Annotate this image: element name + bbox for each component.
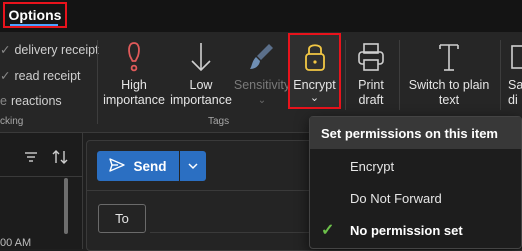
print-draft-button[interactable]: Print draft: [350, 40, 392, 108]
menu-item-no-permission[interactable]: ✓ No permission set: [310, 214, 521, 246]
tab-options-label: Options: [8, 7, 62, 23]
brush-icon: [247, 40, 277, 74]
reactions-option[interactable]: e reactions: [0, 94, 62, 108]
printer-icon: [356, 40, 386, 74]
save-draft-button-partial[interactable]: Sa di: [508, 40, 522, 108]
tags-group-label: Tags: [208, 116, 230, 127]
read-receipt-option[interactable]: ✓ read receipt: [0, 68, 81, 83]
arrow-down-icon: [189, 40, 213, 74]
save-icon: [508, 40, 522, 74]
menu-item-encrypt[interactable]: Encrypt: [310, 150, 521, 182]
lock-icon: [303, 40, 327, 74]
low-importance-button[interactable]: Low importance: [170, 40, 232, 108]
ribbon-divider: [399, 40, 400, 110]
ribbon-divider: [345, 40, 346, 110]
message-time: 00 AM: [0, 237, 32, 249]
send-button[interactable]: Send: [97, 151, 179, 181]
exclamation-icon: [124, 40, 144, 74]
permissions-menu: Set permissions on this item Encrypt Do …: [309, 116, 522, 249]
chevron-down-icon: ⌄: [257, 95, 267, 106]
to-button[interactable]: To: [98, 204, 146, 233]
ribbon-divider: [97, 40, 98, 124]
filter-icon[interactable]: [24, 151, 38, 166]
send-icon: [109, 157, 126, 176]
compose-divider: [86, 190, 309, 191]
switch-plain-text-button[interactable]: Switch to plain text: [404, 40, 494, 108]
permissions-menu-header: Set permissions on this item: [310, 117, 521, 149]
to-field-underline: [150, 232, 309, 233]
menu-item-do-not-forward[interactable]: Do Not Forward: [310, 182, 521, 214]
ribbon-divider: [500, 40, 501, 110]
list-divider: [0, 176, 82, 177]
encrypt-button[interactable]: Encrypt ⌄: [288, 40, 341, 104]
tracking-group-label: cking: [0, 116, 24, 127]
text-icon: [437, 40, 461, 74]
chevron-down-icon: ⌄: [309, 92, 320, 104]
active-tab-indicator: [10, 24, 58, 26]
chevron-down-icon: [188, 159, 198, 173]
tab-bar: [0, 0, 522, 32]
send-options-dropdown[interactable]: [180, 151, 206, 181]
list-toolbar: [0, 140, 82, 176]
delivery-receipt-option[interactable]: ✓ delivery receipt: [0, 42, 99, 57]
sort-icon[interactable]: [52, 149, 68, 168]
sensitivity-button[interactable]: Sensitivity ⌄: [234, 40, 290, 108]
scrollbar[interactable]: [64, 178, 68, 234]
checkmark-icon: ✓: [321, 222, 335, 239]
high-importance-button[interactable]: High importance: [103, 40, 165, 108]
